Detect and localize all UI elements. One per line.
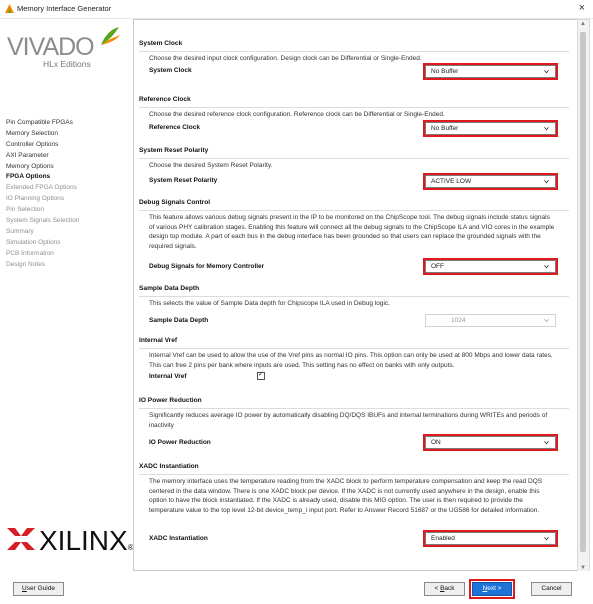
divider [139, 107, 569, 108]
nav-item-pin-selection: Pin Selection [6, 206, 44, 214]
title-bar: Memory Interface Generator × [0, 0, 593, 19]
dropdown-value: 1024 [451, 317, 466, 324]
xadc-dropdown[interactable]: Enabled [423, 530, 558, 547]
divider [139, 474, 569, 475]
nav-item-controller-options[interactable]: Controller Options [6, 140, 79, 151]
chevron-down-icon [544, 440, 549, 445]
dropdown-value: ACTIVE LOW [431, 178, 472, 185]
internal-vref-checkbox[interactable]: ✓ [257, 371, 265, 380]
dropdown-value: ON [431, 439, 441, 446]
chevron-down-icon [544, 179, 549, 184]
section-description: Choose the desired input clock configura… [149, 55, 422, 62]
divider [139, 348, 569, 349]
wizard-nav: Pin Compatible FPGAs Memory Selection Co… [6, 118, 79, 270]
section-title: System Reset Polarity [139, 147, 209, 154]
nav-item-pcb-information: PCB Information [6, 249, 54, 257]
chevron-down-icon [544, 536, 549, 541]
section-description: Significantly reduces average IO power b… [149, 412, 548, 429]
section-title: IO Power Reduction [139, 397, 202, 404]
scrollbar-thumb[interactable] [580, 32, 586, 552]
debug-signals-dropdown[interactable]: OFF [423, 258, 558, 275]
nav-item-pin-compatible[interactable]: Pin Compatible FPGAs [6, 118, 79, 129]
xadc-label: XADC Instantiation [149, 535, 208, 542]
section-description: This selects the value of Sample Data de… [149, 300, 391, 307]
window-title: Memory Interface Generator [17, 4, 112, 13]
cancel-button[interactable]: Cancel [531, 582, 572, 596]
sample-depth-dropdown: 1024 [425, 314, 556, 327]
hlx-editions-label: HLx Editions [43, 59, 91, 69]
divider [139, 296, 569, 297]
dropdown-value: No Buffer [431, 68, 459, 75]
nav-item-summary: Summary [6, 227, 34, 235]
options-panel: System Clock Choose the desired input cl… [133, 19, 578, 571]
io-power-label: IO Power Reduction [149, 439, 211, 446]
nav-item-simulation-options: Simulation Options [6, 238, 61, 246]
divider [139, 408, 569, 409]
section-title: Internal Vref [139, 337, 178, 344]
dropdown-value: Enabled [431, 535, 455, 542]
section-description: Internal Vref can be used to allow the u… [149, 352, 553, 369]
nav-item-system-signals: System Signals Selection [6, 217, 80, 225]
system-clock-dropdown[interactable]: No Buffer [423, 63, 558, 80]
dropdown-value: OFF [431, 263, 444, 270]
xilinx-logo-mark [7, 528, 35, 550]
nav-item-axi-parameter[interactable]: AXI Parameter [6, 151, 79, 162]
vivado-logo-text: VIVADO [7, 33, 95, 61]
section-title: Debug Signals Control [139, 199, 211, 206]
section-description: Choose the desired reference clock confi… [149, 111, 445, 118]
check-icon: ✓ [258, 371, 264, 378]
debug-signals-label: Debug Signals for Memory Controller [149, 263, 265, 270]
footer: User Guide < Back Next > Cancel [0, 571, 593, 604]
user-guide-button[interactable]: User Guide [13, 582, 64, 596]
chevron-down-icon [544, 318, 549, 323]
reference-clock-label: Reference Clock [149, 124, 200, 131]
nav-item-memory-options[interactable]: Memory Options [6, 162, 79, 173]
sample-depth-label: Sample Data Depth [149, 317, 209, 324]
section-description: The memory interface uses the temperatur… [149, 478, 543, 515]
xilinx-logo-text: XILINX® [39, 525, 134, 556]
nav-item-memory-selection[interactable]: Memory Selection [6, 129, 79, 140]
vivado-icon [5, 4, 14, 13]
nav-item-fpga-options[interactable]: FPGA Options [6, 172, 79, 183]
sidebar: VIVADO HLx Editions Pin Compatible FPGAs… [0, 19, 134, 569]
section-description: This feature allows various debug signal… [149, 214, 555, 251]
internal-vref-label: Internal Vref [149, 373, 187, 380]
next-button[interactable]: Next > [469, 579, 515, 599]
section-title: System Clock [139, 40, 183, 47]
close-icon[interactable]: × [579, 2, 585, 14]
nav-item-io-planning: IO Planning Options [6, 195, 65, 203]
chevron-down-icon [544, 69, 549, 74]
io-power-dropdown[interactable]: ON [423, 434, 558, 451]
section-title: XADC Instantiation [139, 463, 199, 470]
scroll-up-icon[interactable]: ▲ [580, 21, 586, 27]
vertical-scrollbar[interactable]: ▲ ▼ [577, 19, 590, 573]
system-reset-dropdown[interactable]: ACTIVE LOW [423, 173, 558, 190]
vivado-leaf-logo [101, 27, 120, 45]
chevron-down-icon [544, 126, 549, 131]
section-title: Sample Data Depth [139, 285, 200, 292]
system-reset-label: System Reset Polarity [149, 177, 218, 184]
nav-item-design-notes: Design Notes [6, 260, 46, 268]
divider [139, 51, 569, 52]
back-button[interactable]: < Back [424, 582, 465, 596]
nav-item-extended-fpga-options: Extended FPGA Options [6, 184, 77, 192]
section-title: Reference Clock [139, 96, 191, 103]
system-clock-label: System Clock [149, 67, 192, 74]
divider [139, 158, 569, 159]
reference-clock-dropdown[interactable]: No Buffer [423, 120, 558, 137]
section-description: Choose the desired System Reset Polarity… [149, 162, 273, 169]
chevron-down-icon [544, 264, 549, 269]
dropdown-value: No Buffer [431, 125, 459, 132]
divider [139, 210, 569, 211]
